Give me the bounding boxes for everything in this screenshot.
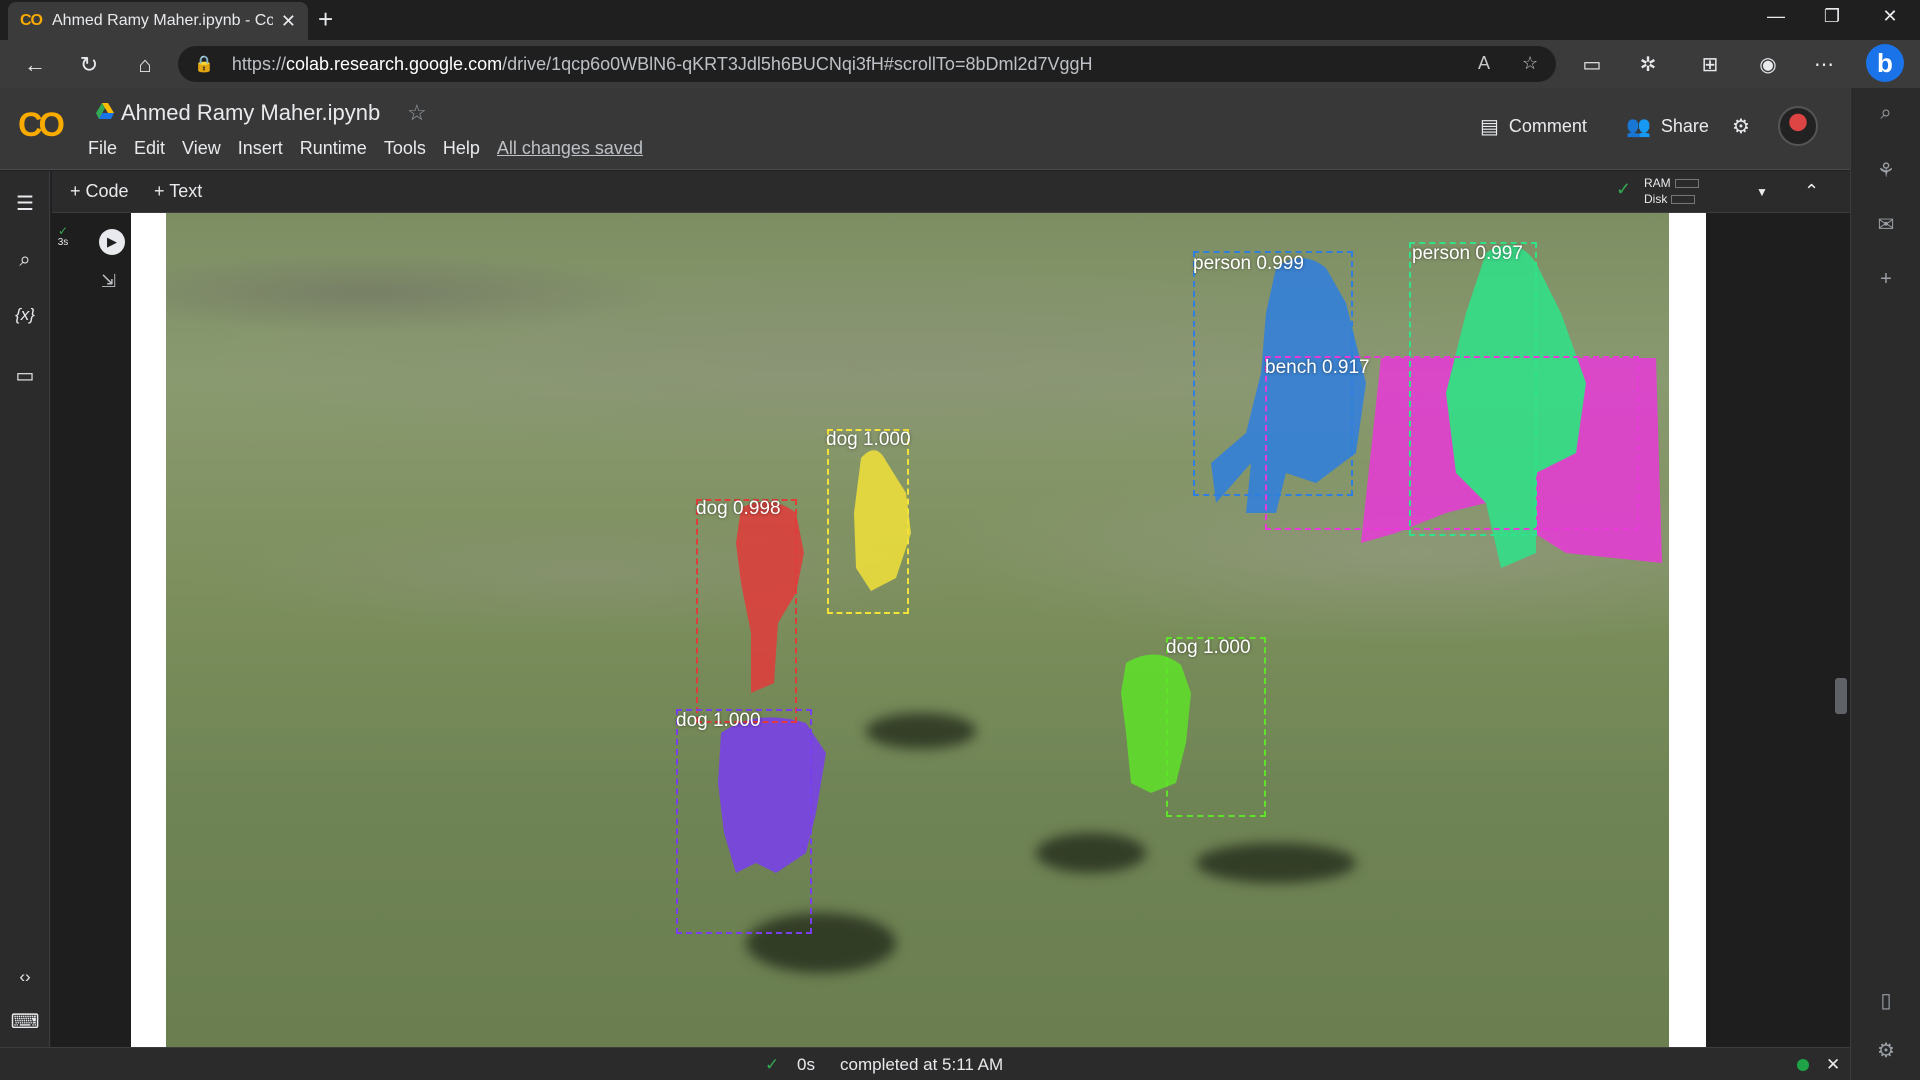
read-aloud-icon[interactable]: A (1478, 53, 1490, 74)
menu-tools[interactable]: Tools (384, 138, 426, 159)
sidebar-add-icon[interactable]: + (1871, 268, 1901, 291)
sidebar-tools-icon[interactable]: ⚘ (1871, 158, 1901, 183)
close-tab-icon[interactable]: ✕ (281, 11, 296, 32)
resource-monitor[interactable]: ✓ RAM Disk (1616, 175, 1699, 207)
menu-runtime[interactable]: Runtime (300, 138, 367, 159)
share-button[interactable]: 👥 Share (1626, 114, 1709, 139)
notebook-name[interactable]: Ahmed Ramy Maher.ipynb (121, 100, 380, 126)
colab-header: CO Ahmed Ramy Maher.ipynb ☆ File Edit Vi… (0, 88, 1850, 170)
menu-edit[interactable]: Edit (134, 138, 165, 159)
colab-favicon-icon: CO (20, 12, 43, 29)
sidebar-search-icon[interactable]: ⌕ (1871, 102, 1901, 125)
bbox-bench (1265, 356, 1639, 530)
connected-check-icon: ✓ (1616, 179, 1632, 199)
tab-title: Ahmed Ramy Maher.ipynb - Cola (52, 12, 273, 29)
label-dog-green: dog 1.000 (1166, 637, 1251, 658)
status-duration: 0s (797, 1055, 815, 1074)
menu-help[interactable]: Help (443, 138, 480, 159)
add-text-button[interactable]: + Text (154, 181, 202, 202)
comment-icon: ▤ (1480, 116, 1499, 138)
colab-logo[interactable]: CO (18, 106, 65, 145)
label-bench: bench 0.917 (1265, 357, 1370, 378)
label-person-2: person 0.997 (1412, 243, 1523, 264)
extension-icon[interactable]: ▭ (1578, 52, 1606, 77)
menu-bar: File Edit View Insert Runtime Tools Help… (88, 138, 643, 159)
bbox-dog-red (696, 499, 797, 723)
url-text: https://colab.research.google.com/drive/… (231, 53, 1093, 74)
status-message: completed at 5:11 AM (840, 1055, 1004, 1074)
code-snippets-icon[interactable]: ‹› (10, 967, 40, 987)
add-code-button[interactable]: + Code (70, 181, 129, 202)
notebook-toolbar: + Code + Text ✓ RAM Disk ▼ ⌃ (52, 171, 1850, 213)
lock-icon: 🔒 (194, 56, 214, 73)
settings-gear-icon[interactable]: ⚙ (1732, 114, 1750, 139)
status-check-icon: ✓ (765, 1055, 780, 1074)
files-folder-icon[interactable]: ▭ (10, 363, 40, 388)
back-arrow-icon[interactable]: ← (20, 50, 50, 80)
label-dog-purple: dog 1.000 (676, 710, 761, 731)
minimize-button[interactable]: — (1756, 6, 1796, 27)
collections-icon[interactable]: ⊞ (1696, 52, 1724, 77)
label-dog-yellow: dog 1.000 (826, 429, 911, 450)
address-bar[interactable]: 🔒 https://colab.research.google.com/driv… (178, 46, 1556, 82)
star-icon[interactable]: ☆ (407, 100, 427, 126)
puzzle-extensions-icon[interactable]: ✲ (1634, 52, 1662, 77)
favorite-star-icon[interactable]: ☆ (1522, 53, 1538, 74)
collapse-chevron-up-icon[interactable]: ⌃ (1804, 181, 1819, 202)
close-status-icon[interactable]: ✕ (1826, 1055, 1840, 1075)
menu-file[interactable]: File (88, 138, 117, 159)
execution-check-icon: ✓ (57, 224, 69, 238)
runtime-dropdown-icon[interactable]: ▼ (1756, 185, 1768, 199)
terminal-icon[interactable]: ⌨ (10, 1009, 40, 1034)
bbox-dog-purple (676, 709, 812, 934)
bbox-dog-yellow (827, 429, 909, 614)
browser-toolbar: ← ↻ ⌂ 🔒 https://colab.research.google.co… (0, 40, 1920, 88)
left-rail: ☰ ⌕ {x} ▭ ‹› ⌨ (0, 171, 50, 1047)
table-of-contents-icon[interactable]: ☰ (10, 191, 40, 216)
restore-button[interactable]: ❐ (1812, 6, 1852, 27)
scrollbar[interactable] (1835, 678, 1847, 714)
ram-bar (1674, 179, 1699, 189)
disk-label: Disk (1644, 192, 1668, 206)
comment-button[interactable]: ▤ Comment (1480, 114, 1587, 139)
status-bar: ✓ 0s completed at 5:11 AM ✕ (0, 1047, 1850, 1080)
label-dog-red: dog 0.998 (696, 498, 781, 519)
cell-output-image: person 0.999 person 0.997 bench 0.917 do… (131, 213, 1706, 1047)
menu-insert[interactable]: Insert (238, 138, 283, 159)
sidebar-layout-icon[interactable]: ▯ (1871, 988, 1901, 1013)
disk-bar (1671, 195, 1696, 205)
home-icon[interactable]: ⌂ (130, 50, 160, 80)
avatar[interactable] (1778, 106, 1818, 146)
menu-view[interactable]: View (182, 138, 221, 159)
more-options-icon[interactable]: ⋯ (1810, 52, 1838, 77)
browser-tab[interactable]: CO Ahmed Ramy Maher.ipynb - Cola ✕ (8, 2, 308, 40)
profile-icon[interactable]: ◉ (1754, 52, 1782, 77)
detection-photo: person 0.999 person 0.997 bench 0.917 do… (166, 213, 1669, 1047)
bing-chat-icon[interactable]: b (1866, 44, 1904, 82)
execution-status: ✓ 3s (53, 225, 73, 249)
close-window-button[interactable]: ✕ (1870, 6, 1910, 27)
ram-label: RAM (1644, 176, 1671, 190)
run-cell-button[interactable]: ▶ (99, 229, 125, 255)
variables-icon[interactable]: {x} (10, 305, 40, 325)
sidebar-settings-icon[interactable]: ⚙ (1871, 1038, 1901, 1063)
output-actions-icon[interactable]: ⇲ (101, 271, 116, 292)
connection-status-dot (1797, 1059, 1809, 1071)
search-icon[interactable]: ⌕ (10, 249, 40, 272)
saved-status-link[interactable]: All changes saved (497, 138, 643, 159)
edge-sidebar: ⌕ ⚘ ✉ + ▯ ⚙ (1850, 88, 1920, 1080)
google-drive-icon (96, 103, 114, 124)
label-person-1: person 0.999 (1193, 253, 1304, 274)
people-icon: 👥 (1626, 116, 1651, 138)
new-tab-button[interactable]: + (318, 4, 333, 35)
reload-icon[interactable]: ↻ (74, 50, 104, 80)
browser-tab-strip: CO Ahmed Ramy Maher.ipynb - Cola ✕ + — ❐… (0, 0, 1920, 40)
sidebar-outlook-icon[interactable]: ✉ (1871, 212, 1901, 237)
bbox-dog-green (1166, 637, 1266, 817)
